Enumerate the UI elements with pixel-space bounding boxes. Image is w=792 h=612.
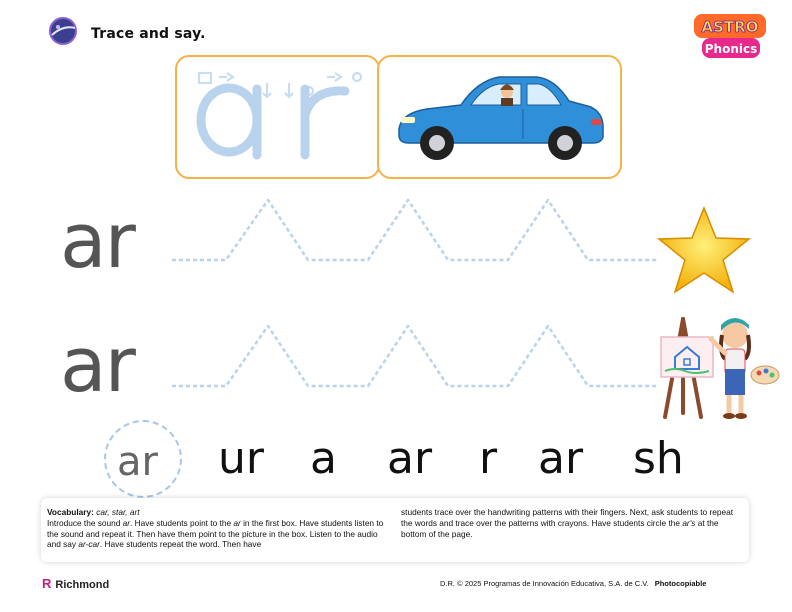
astro-phonics-logo: ASTRO Phonics <box>692 10 768 62</box>
vocab-label: Vocabulary: <box>47 507 94 517</box>
copyright-text: D.R. © 2025 Programas de Innovación Educ… <box>440 579 649 588</box>
vocab-words: car, star, art <box>96 507 140 517</box>
choice-ar[interactable]: ar <box>387 434 432 484</box>
painter-girl-illustration <box>655 313 780 423</box>
teacher-notes-left: Vocabulary: car, star, art Introduce the… <box>47 507 385 550</box>
car-picture-box <box>377 55 622 179</box>
notes-text: . Have students repeat the word. Then ha… <box>99 539 262 550</box>
trace-pattern-row-2 <box>172 324 658 388</box>
notes-emphasis: ar <box>122 517 131 528</box>
choice-sh[interactable]: sh <box>633 434 684 484</box>
car-icon <box>398 76 604 160</box>
notes-emphasis: ar-car <box>78 539 100 550</box>
notes-emphasis: ar's <box>682 517 696 528</box>
brand-line1: ASTRO <box>702 18 759 36</box>
richmond-mark-icon: R <box>42 576 52 591</box>
planet-icon <box>48 16 78 46</box>
dotted-letters <box>196 71 363 160</box>
richmond-logo: R Richmond <box>42 576 109 591</box>
photocopiable-label: Photocopiable <box>654 579 707 588</box>
trace-pattern-row-1 <box>172 198 658 262</box>
handwriting-trace-patterns <box>168 190 658 400</box>
choice-r[interactable]: r <box>479 434 497 484</box>
richmond-logo-text: Richmond <box>55 579 110 591</box>
notes-text: Introduce the sound <box>47 517 123 528</box>
notes-emphasis: ar <box>233 517 241 528</box>
row-2-sound-label: ar <box>60 320 136 409</box>
footer-copyright: D.R. © 2025 Programas de Innovación Educ… <box>440 579 706 588</box>
instruction-text: Trace and say. <box>91 26 206 42</box>
row-1-sound-label: ar <box>60 196 136 285</box>
choice-a[interactable]: a <box>310 434 337 484</box>
teacher-notes-right: students trace over the handwriting patt… <box>401 507 743 539</box>
choice-ar[interactable]: ar <box>538 434 583 484</box>
notes-text: . Have students point to the <box>130 517 234 528</box>
choice-ur[interactable]: ur <box>218 434 264 484</box>
choice-ar-example[interactable]: ar <box>117 437 158 487</box>
star-icon <box>656 204 752 296</box>
trace-letters-box <box>175 55 380 179</box>
teacher-notes-box: Vocabulary: car, star, art Introduce the… <box>41 498 749 562</box>
brand-line2: Phonics <box>705 42 758 56</box>
